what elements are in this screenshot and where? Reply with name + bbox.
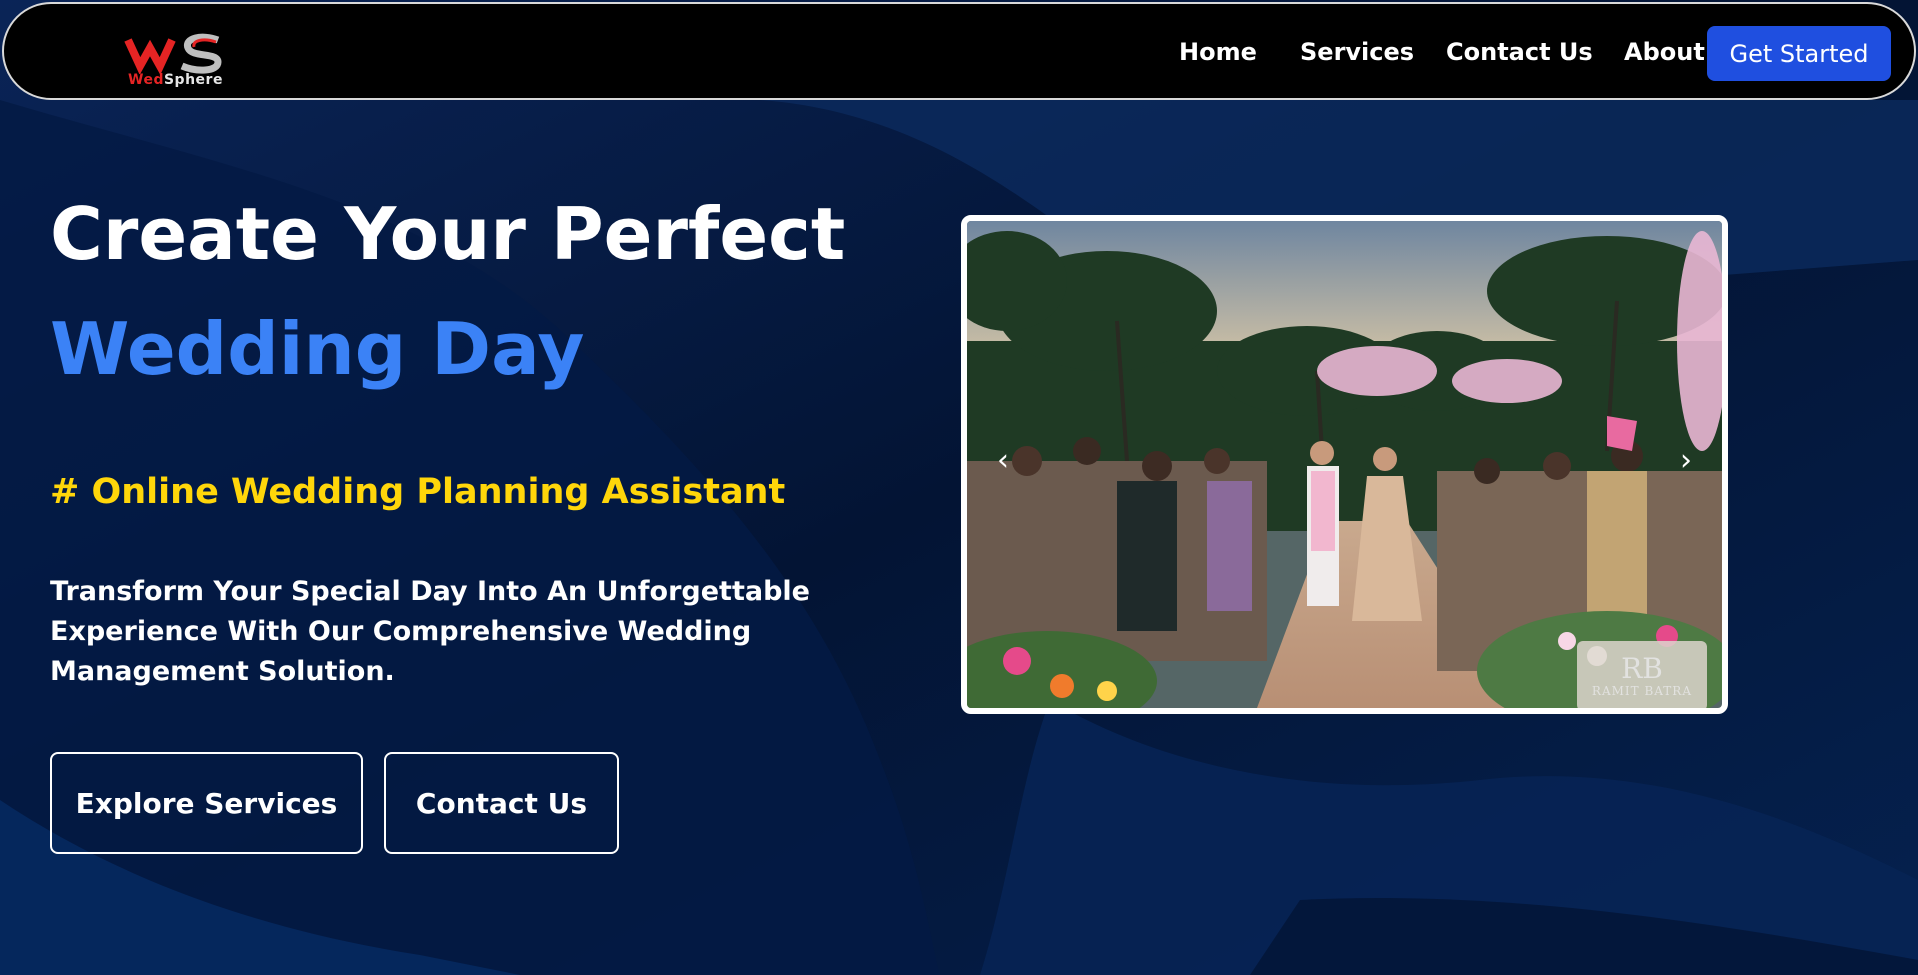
photo-watermark: RB RAMIT BATRA <box>1591 652 1692 699</box>
nav-links: Home Services Contact Us About Get Start… <box>4 4 1914 102</box>
hero-tagline: # Online Wedding Planning Assistant <box>50 472 786 512</box>
carousel-prev-icon[interactable]: ‹ <box>997 443 1009 478</box>
nav-contact-us[interactable]: Contact Us <box>1446 38 1593 66</box>
watermark-logo: RB <box>1621 652 1663 685</box>
nav-home[interactable]: Home <box>1179 38 1257 66</box>
nav-about[interactable]: About <box>1624 38 1705 66</box>
watermark-credit: RAMIT BATRA <box>1591 684 1692 698</box>
hero-description: Transform Your Special Day Into An Unfor… <box>50 576 810 687</box>
wedding-photo <box>967 221 1722 708</box>
explore-services-button[interactable]: Explore Services <box>50 752 363 854</box>
carousel-next-icon[interactable]: › <box>1680 443 1692 478</box>
navbar: WedSphere Home Services Contact Us About… <box>2 2 1916 100</box>
image-carousel: ‹ › RB RAMIT BATRA <box>961 215 1728 714</box>
hero-title-line2: Wedding Day <box>50 307 585 391</box>
hero-title-line1: Create Your Perfect <box>50 192 846 276</box>
get-started-button[interactable]: Get Started <box>1707 26 1891 81</box>
contact-us-button[interactable]: Contact Us <box>384 752 619 854</box>
nav-services[interactable]: Services <box>1300 38 1414 66</box>
